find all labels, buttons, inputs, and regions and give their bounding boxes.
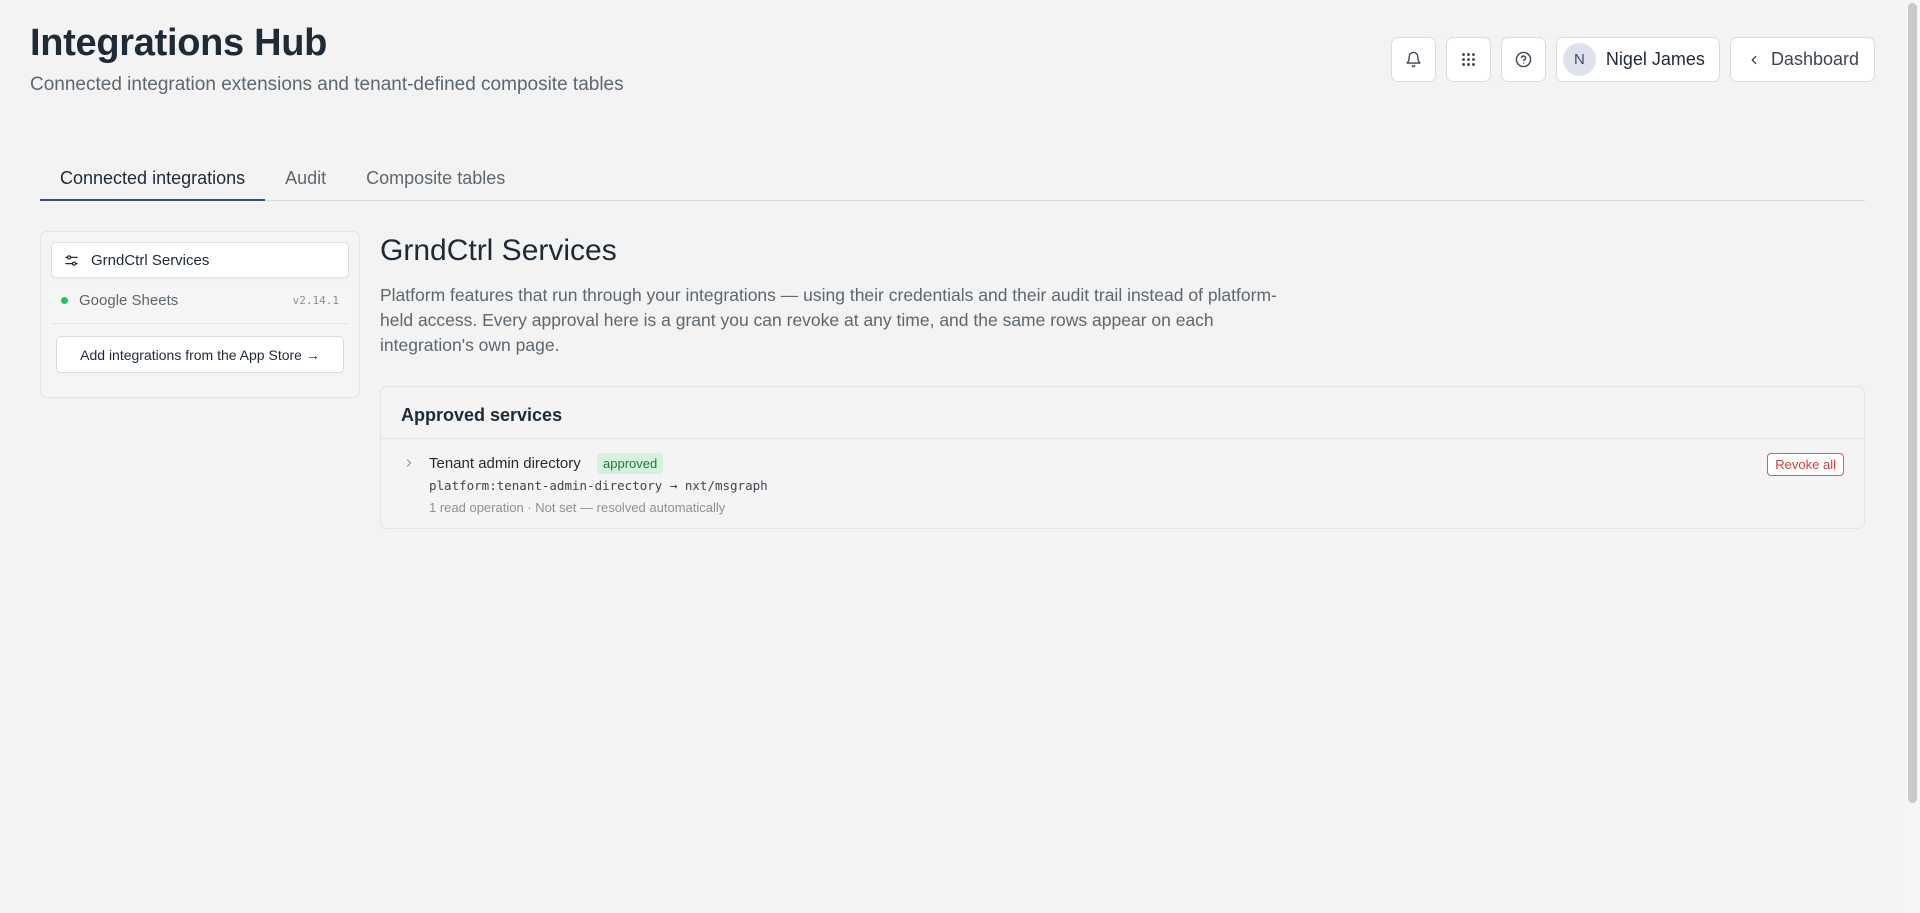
help-icon (1515, 51, 1532, 68)
sidebar-item-google-sheets[interactable]: Google Sheets v2.14.1 (51, 278, 349, 324)
integrations-hub-page: Integrations Hub Connected integration e… (0, 0, 1905, 913)
sidebar-item-grndctrl-services[interactable]: GrndCtrl Services (51, 242, 349, 278)
page-title: Integrations Hub (30, 22, 328, 64)
chevron-left-icon (1751, 55, 1757, 64)
section-title: GrndCtrl Services (380, 234, 617, 267)
integrations-sidebar: GrndCtrl Services Google Sheets v2.14.1 … (40, 231, 360, 398)
page-subtitle: Connected integration extensions and ten… (30, 74, 624, 95)
tab-audit[interactable]: Audit (265, 156, 346, 201)
page-scrollbar[interactable] (1905, 0, 1920, 913)
revoke-all-button[interactable]: Revoke all (1767, 453, 1844, 476)
apps-grid-icon (1462, 53, 1475, 66)
top-actions: N Nigel James Dashboard (1390, 37, 1875, 82)
status-dot (61, 297, 68, 304)
avatar: N (1562, 43, 1596, 76)
approved-services-card: Approved services Tenant admin directory… (380, 386, 1865, 529)
version-label: v2.14.1 (292, 294, 339, 307)
service-mapping: platform:tenant-admin-directory → nxt/ms… (429, 478, 768, 493)
sliders-icon (65, 254, 78, 266)
service-name[interactable]: Tenant admin directory (429, 455, 581, 472)
sidebar-item-label: GrndCtrl Services (91, 251, 210, 269)
dashboard-back-button[interactable]: Dashboard (1729, 37, 1875, 82)
tab-connected-integrations[interactable]: Connected integrations (40, 156, 266, 201)
card-heading: Approved services (381, 387, 1864, 439)
user-name: Nigel James (1605, 49, 1705, 69)
service-meta: 1 read operation · Not set — resolved au… (429, 500, 726, 515)
service-row: Tenant admin directory approved platform… (381, 439, 1864, 529)
bell-icon (1406, 51, 1421, 68)
user-menu-button[interactable]: N Nigel James (1555, 37, 1720, 82)
status-badge: approved (597, 453, 664, 474)
add-integrations-button[interactable]: Add integrations from the App Store → (56, 336, 344, 373)
dashboard-label: Dashboard (1770, 49, 1859, 69)
apps-grid-button[interactable] (1445, 37, 1491, 82)
help-button[interactable] (1500, 37, 1546, 82)
scrollbar-thumb[interactable] (1908, 3, 1917, 803)
tab-bar: Connected integrations Audit Composite t… (40, 156, 1865, 201)
tab-composite-tables[interactable]: Composite tables (346, 156, 525, 201)
section-description: Platform features that run through your … (380, 285, 1277, 355)
sidebar-item-label: Google Sheets (79, 292, 179, 309)
chevron-right-icon[interactable] (403, 457, 415, 469)
notifications-button[interactable] (1390, 37, 1436, 82)
